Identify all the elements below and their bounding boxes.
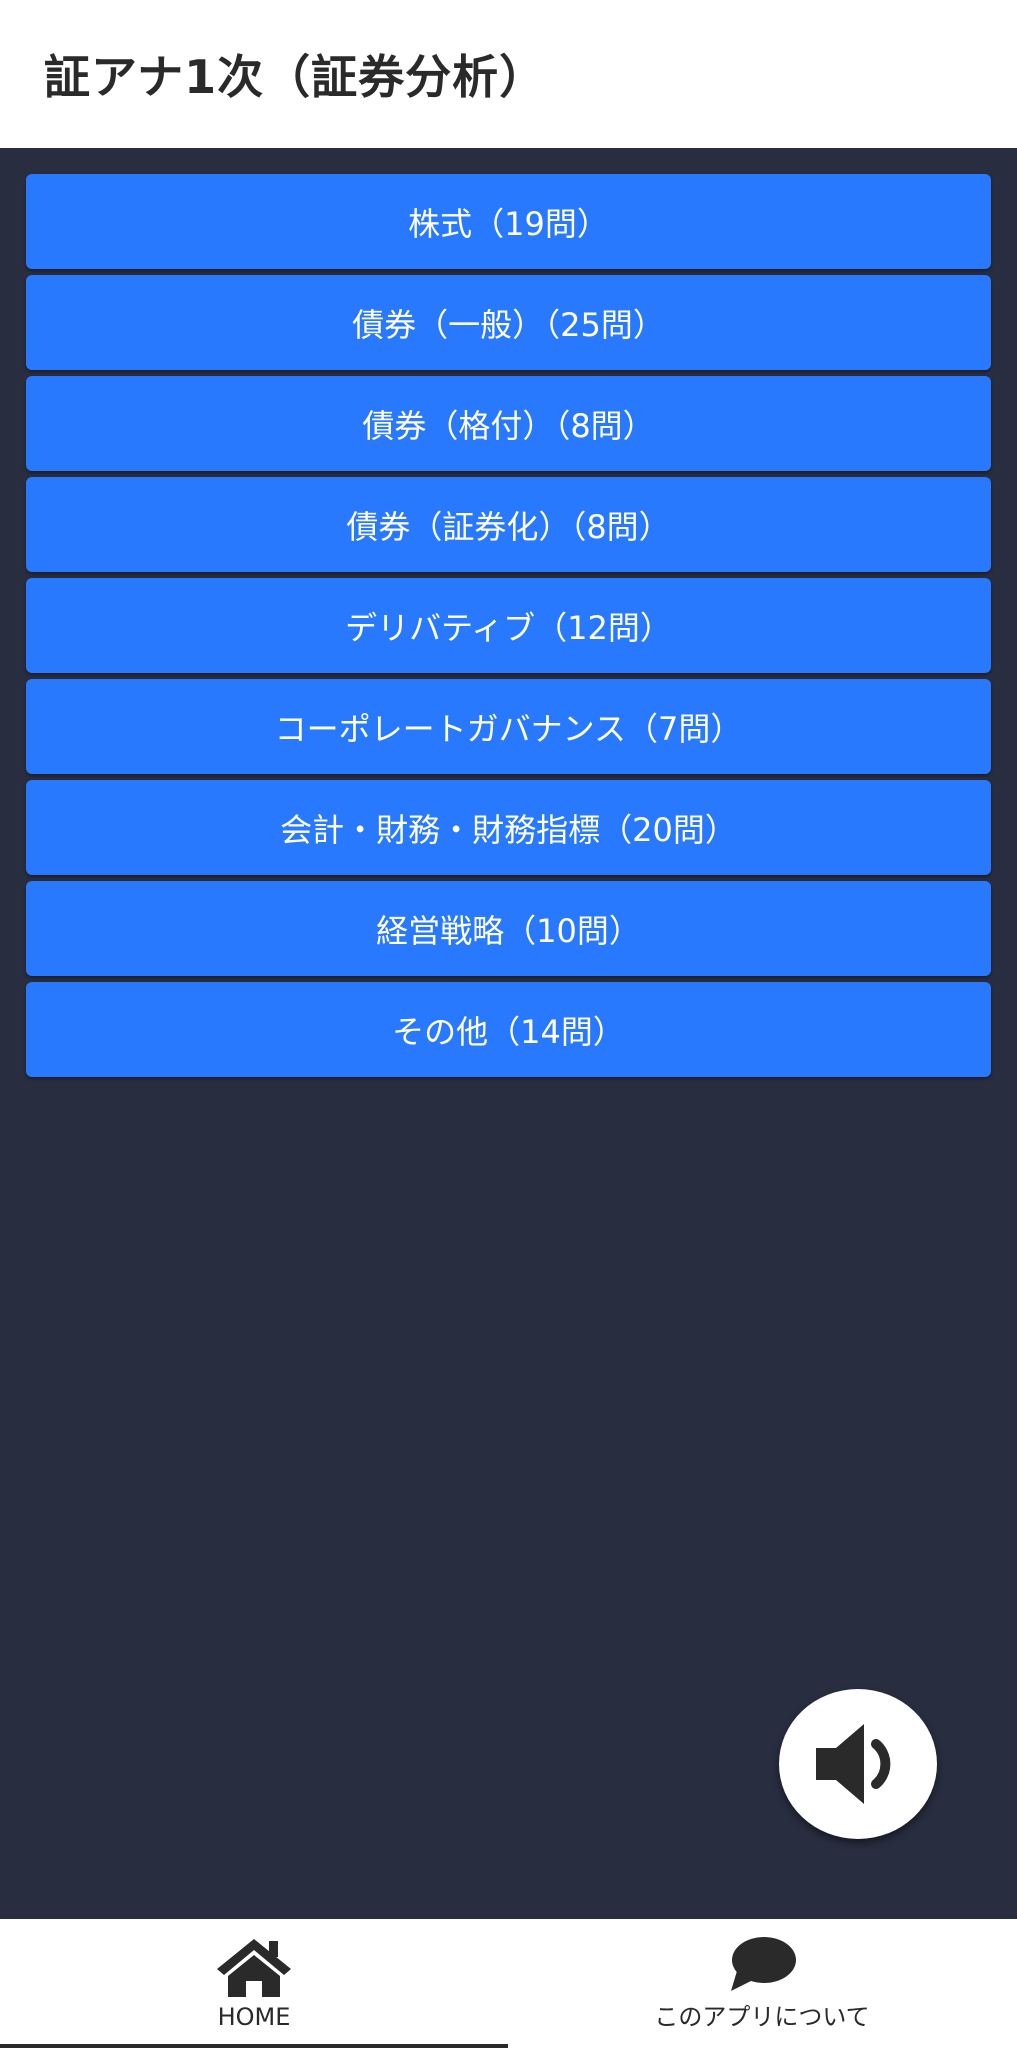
bottom-navigation: HOME このアプリについて (0, 1919, 1017, 2048)
category-button-bonds-securitization[interactable]: 債券（証券化）（8問） (26, 477, 991, 572)
category-button-business-strategy[interactable]: 経営戦略（10問） (26, 881, 991, 976)
category-button-other[interactable]: その他（14問） (26, 982, 991, 1077)
chat-bubble-icon (731, 1937, 796, 1991)
category-button-stocks[interactable]: 株式（19問） (26, 174, 991, 269)
app-header: 証アナ1次（証券分析） (0, 0, 1017, 148)
page-title: 証アナ1次（証券分析） (44, 50, 547, 104)
nav-tab-home-label: HOME (217, 2002, 291, 2031)
sound-toggle-button[interactable] (779, 1689, 937, 1839)
category-button-corporate-governance[interactable]: コーポレートガバナンス（7問） (26, 679, 991, 774)
nav-tab-about[interactable]: このアプリについて (508, 1919, 1016, 2048)
nav-tab-home[interactable]: HOME (0, 1919, 508, 2048)
category-button-bonds-general[interactable]: 債券（一般）（25問） (26, 275, 991, 370)
speaker-icon (816, 1724, 891, 1804)
category-button-derivatives[interactable]: デリバティブ（12問） (26, 578, 991, 673)
category-button-bonds-rating[interactable]: 債券（格付）（8問） (26, 376, 991, 471)
category-list: 株式（19問） 債券（一般）（25問） 債券（格付）（8問） 債券（証券化）（8… (26, 174, 991, 1083)
home-icon (217, 1938, 291, 1997)
category-button-accounting-finance[interactable]: 会計・財務・財務指標（20問） (26, 780, 991, 875)
main-content: 株式（19問） 債券（一般）（25問） 債券（格付）（8問） 債券（証券化）（8… (0, 148, 1017, 1919)
nav-tab-about-label: このアプリについて (654, 2003, 870, 2031)
